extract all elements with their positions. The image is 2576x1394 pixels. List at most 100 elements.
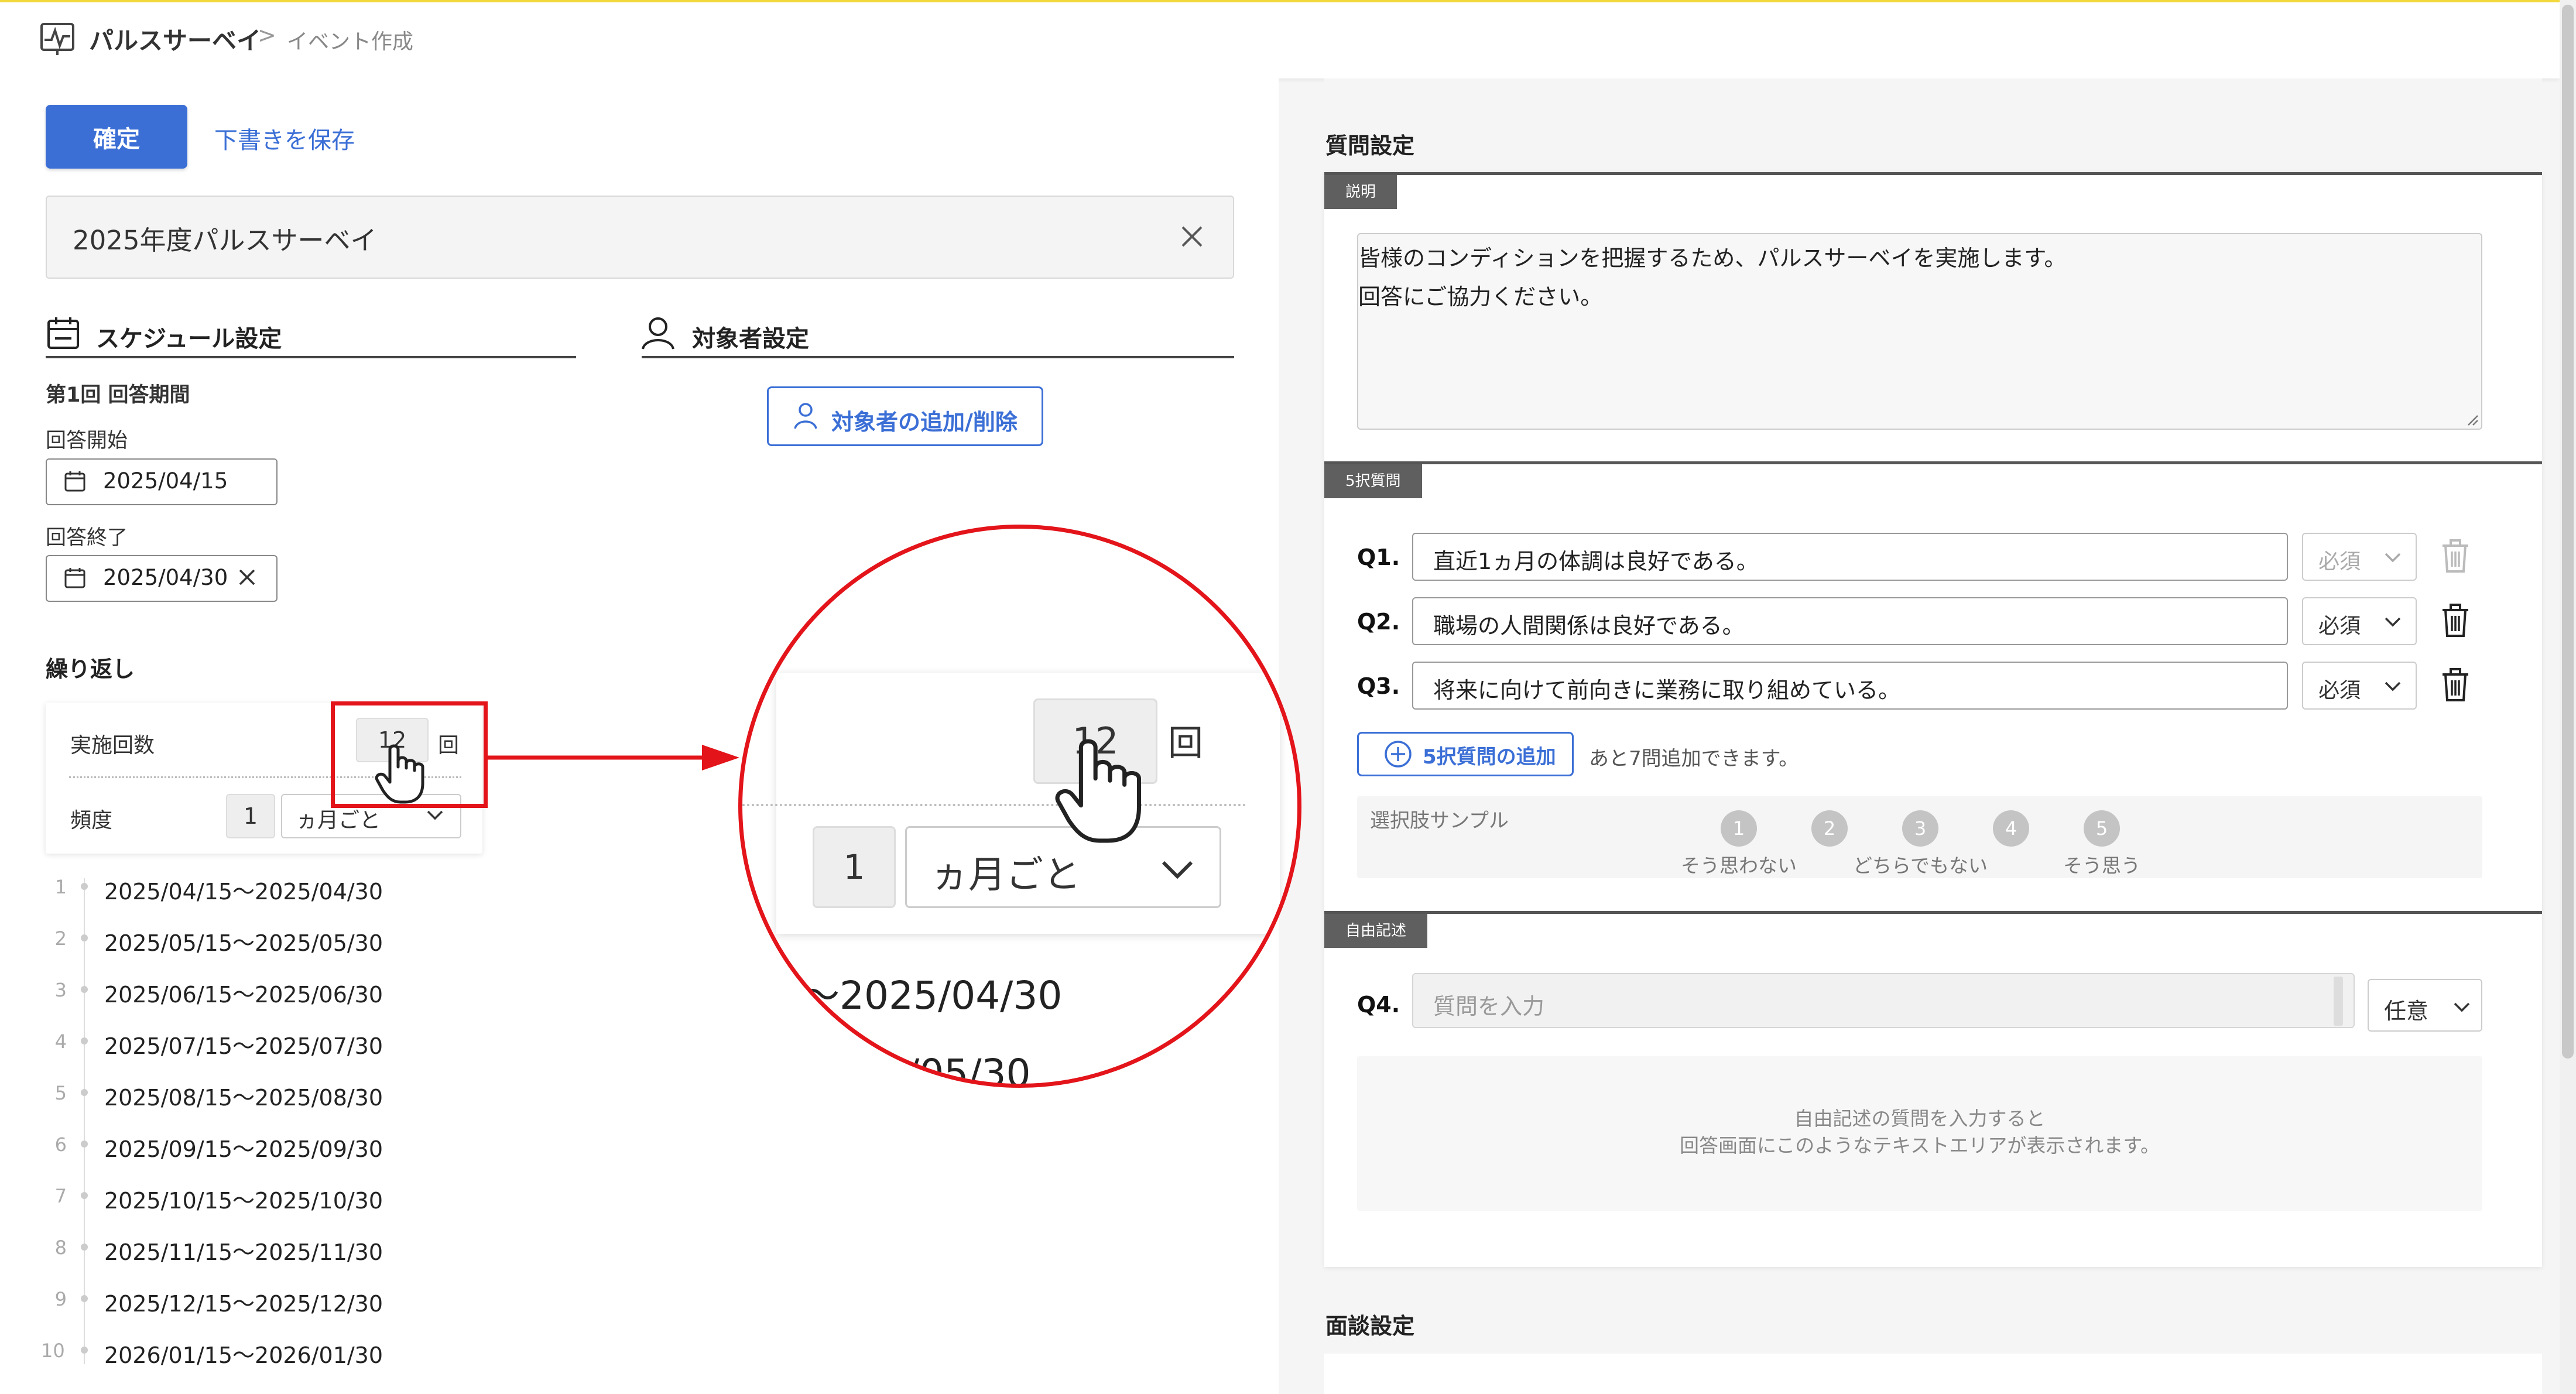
zoom-magnifier: 12 回 1 ヵ月ごと 〜2025/04/30 /05/30 <box>738 525 1301 1088</box>
zoom-pointer-hand-icon <box>1054 737 1147 845</box>
calendar-small-icon <box>64 567 85 588</box>
schedule-row-range: 2025/06/15〜2025/06/30 <box>104 982 383 1008</box>
schedule-row-number: 5 <box>54 1082 67 1104</box>
q4-scrollbar[interactable] <box>2334 977 2343 1026</box>
schedule-row-number: 7 <box>54 1185 67 1207</box>
schedule-row-range: 2025/11/15〜2025/11/30 <box>104 1239 383 1265</box>
free-text-divider <box>1324 911 2542 914</box>
clear-date-icon[interactable] <box>238 568 256 587</box>
schedule-timeline <box>84 878 85 1364</box>
description-line-1: 皆様のコンディションを把握するため、パルスサーベイを実施します。 <box>1358 245 2067 271</box>
schedule-row-range: 2025/08/15〜2025/08/30 <box>104 1085 383 1111</box>
zoom-chevron-icon <box>1160 859 1194 880</box>
interview-card <box>1324 1354 2542 1394</box>
timeline-dot <box>81 1192 88 1199</box>
breadcrumb-current-page: イベント作成 <box>287 30 414 54</box>
scale-option-label: そう思わない <box>1681 854 1797 877</box>
zoom-divider <box>742 804 1246 806</box>
scale-option-circle: 1 <box>1721 810 1757 847</box>
save-draft-link[interactable]: 下書きを保存 <box>214 121 355 155</box>
count-label: 実施回数 <box>70 734 155 758</box>
timeline-dot <box>81 1244 88 1251</box>
edit-target-label: 対象者の追加/削除 <box>831 409 1018 435</box>
zoom-frequency-input: 1 <box>813 826 896 908</box>
frequency-input[interactable]: 1 <box>226 794 275 838</box>
zoom-schedule-row-1: 〜2025/04/30 <box>801 973 1063 1018</box>
scale-option-label: どちらでもない <box>1852 854 1988 877</box>
chevron-down-icon <box>426 809 444 821</box>
timeline-dot <box>81 986 88 993</box>
q1-required-value: 必須 <box>2318 550 2361 574</box>
arrow-right-icon <box>488 732 739 785</box>
choice-divider <box>1324 461 2542 464</box>
scale-option-circle: 4 <box>1993 810 2029 847</box>
q2-text: 職場の人間関係は良好である。 <box>1433 613 1745 639</box>
sample-label: 選択肢サンプル <box>1370 809 1509 833</box>
q3-label: Q3. <box>1357 673 1400 699</box>
resize-handle-icon[interactable] <box>2466 413 2479 426</box>
q4-question-input[interactable] <box>1412 973 2355 1028</box>
timeline-dot <box>81 883 88 890</box>
schedule-row-range: 2025/05/15〜2025/05/30 <box>104 930 383 956</box>
chevron-down-icon <box>2453 1001 2471 1013</box>
user-plus-icon <box>794 402 821 430</box>
description-line-2: 回答にご協力ください。 <box>1358 284 1603 310</box>
q4-optional-value: 任意 <box>2384 998 2429 1024</box>
trash-icon[interactable] <box>2440 603 2471 638</box>
choice-tag: 5択質問 <box>1324 464 1422 498</box>
plus-circle-icon <box>1384 740 1412 768</box>
repeat-heading: 繰り返し <box>46 656 135 682</box>
timeline-dot <box>81 1140 88 1148</box>
schedule-row-range: 2025/04/15〜2025/04/30 <box>104 879 383 905</box>
free-text-tag: 自由記述 <box>1324 914 1428 948</box>
end-label: 回答終了 <box>46 526 128 550</box>
q1-text: 直近1ヵ月の体調は良好である。 <box>1433 549 1759 574</box>
chevron-down-icon <box>2384 552 2402 563</box>
timeline-dot <box>81 934 88 941</box>
start-date-value: 2025/04/15 <box>103 468 228 494</box>
schedule-row-number: 10 <box>41 1340 65 1362</box>
question-settings-heading: 質問設定 <box>1325 133 1415 159</box>
schedule-row-range: 2025/12/15〜2025/12/30 <box>104 1291 383 1317</box>
schedule-row-number: 6 <box>54 1133 67 1156</box>
q2-required-value: 必須 <box>2318 614 2361 638</box>
frequency-label: 頻度 <box>70 809 113 833</box>
end-date-value: 2025/04/30 <box>103 565 228 590</box>
calendar-small-icon <box>64 471 85 492</box>
remaining-count-text: あと7問追加できます。 <box>1589 747 1799 770</box>
confirm-button[interactable]: 確定 <box>46 105 187 169</box>
event-title-value: 2025年度パルスサーベイ <box>73 225 377 256</box>
app-title[interactable]: パルスサーベイ <box>89 21 261 57</box>
scale-option-circle: 5 <box>2084 810 2120 847</box>
calendar-icon <box>47 316 80 350</box>
highlight-box <box>331 701 488 808</box>
schedule-row-number: 4 <box>54 1030 67 1053</box>
chevron-down-icon <box>2384 616 2402 628</box>
timeline-dot <box>81 1089 88 1096</box>
chevron-down-icon <box>2384 680 2402 692</box>
trash-icon[interactable] <box>2440 667 2471 703</box>
add-choice-question-label: 5択質問の追加 <box>1423 745 1556 769</box>
interview-heading: 面談設定 <box>1325 1313 1415 1339</box>
schedule-row-range: 2026/01/15〜2026/01/30 <box>104 1342 383 1368</box>
trash-icon <box>2440 539 2471 574</box>
breadcrumb-separator: > <box>258 22 276 48</box>
schedule-heading: スケジュール設定 <box>96 326 282 352</box>
timeline-dot <box>81 1295 88 1302</box>
scale-option-circle: 2 <box>1811 810 1848 847</box>
free-preview-line-2: 回答画面にこのようなテキストエリアが表示されます。 <box>1679 1134 2160 1157</box>
schedule-row-number: 9 <box>54 1288 67 1310</box>
zoom-count-unit: 回 <box>1168 723 1203 764</box>
description-divider <box>1324 172 2542 175</box>
scale-option-label: そう思う <box>2063 854 2140 877</box>
q2-label: Q2. <box>1357 609 1400 635</box>
user-icon <box>640 315 676 350</box>
scrollbar-thumb[interactable] <box>2562 5 2574 1059</box>
clear-icon[interactable] <box>1180 225 1204 248</box>
q3-required-value: 必須 <box>2318 679 2361 703</box>
q4-placeholder: 質問を入力 <box>1433 994 1545 1019</box>
schedule-row-number: 3 <box>54 979 67 1001</box>
q3-text: 将来に向けて前向きに業務に取り組めている。 <box>1433 677 1901 703</box>
description-tag: 説明 <box>1324 175 1397 209</box>
zoom-frequency-unit: ヵ月ごと <box>931 854 1081 897</box>
